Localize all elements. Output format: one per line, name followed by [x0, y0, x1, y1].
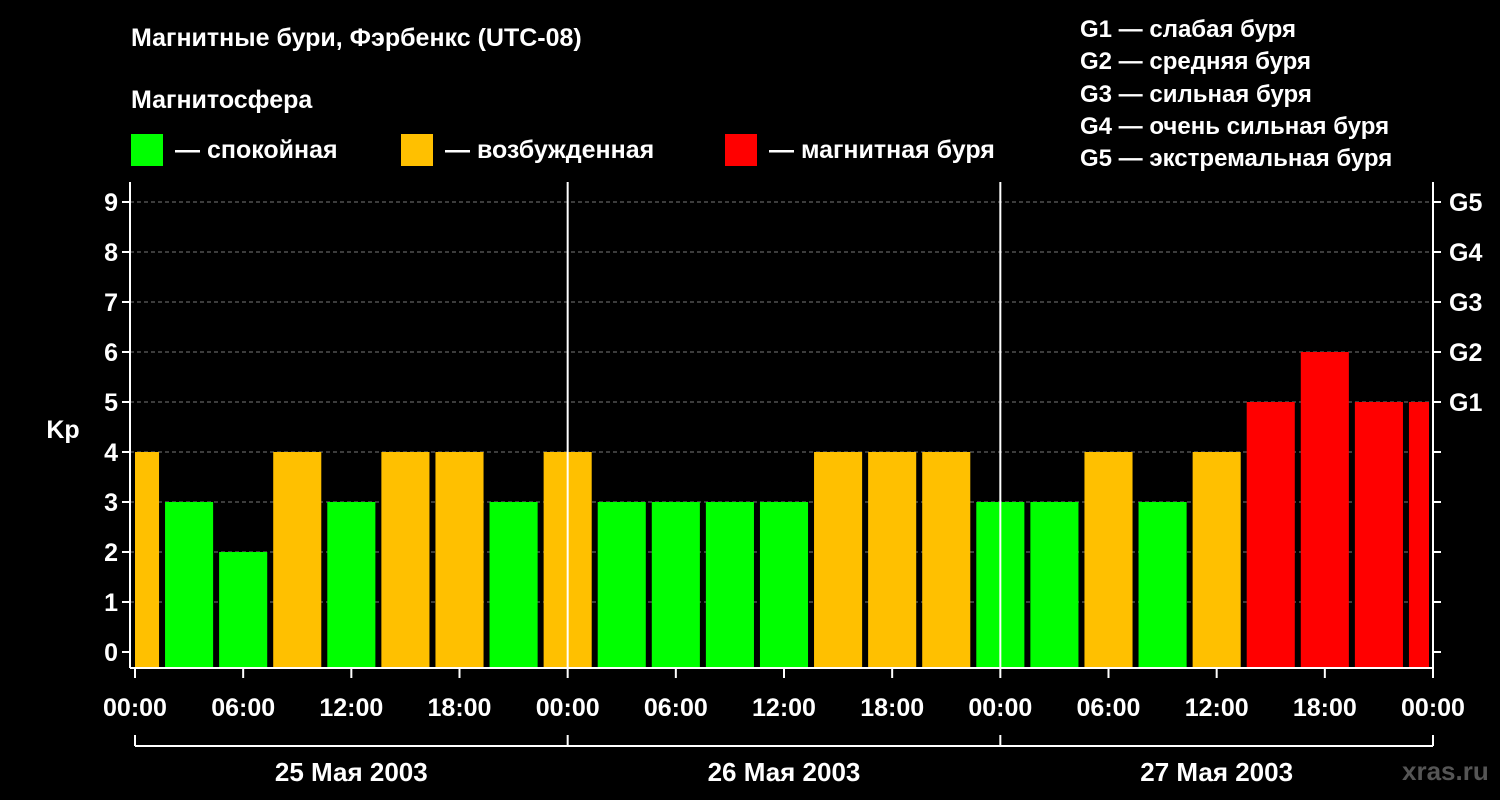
- y-tick-label: 5: [104, 389, 118, 417]
- day-label: 27 Мая 2003: [1140, 757, 1293, 787]
- y-tick-label: 9: [104, 189, 118, 217]
- day-label: 26 Мая 2003: [708, 757, 861, 787]
- y-tick-label: 3: [104, 489, 118, 517]
- day-label: 25 Мая 2003: [275, 757, 428, 787]
- kp-bar: [597, 502, 646, 668]
- kp-bar: [868, 452, 917, 668]
- kp-bar: [759, 502, 809, 668]
- kp-bar: [381, 452, 430, 668]
- x-tick-label: 06:00: [1077, 694, 1141, 722]
- kp-bar: [922, 452, 971, 668]
- y-axis-label: Kp: [46, 416, 79, 444]
- x-tick-label: 00:00: [536, 694, 600, 722]
- g-scale-label: G1: [1449, 389, 1482, 417]
- g-scale-label: G2: [1449, 339, 1482, 367]
- g-scale-label: G3: [1449, 289, 1482, 317]
- x-tick-label: 18:00: [428, 694, 492, 722]
- kp-bar: [1192, 452, 1241, 668]
- kp-chart: 0 1 2 3 4 5 6 7 8 9 G1 G2 G3 G4 G5 Kp 00:00 06:00 12:00 18:…: [46, 182, 1482, 787]
- y-tick-label: 0: [104, 639, 118, 667]
- kp-bar: [1300, 352, 1349, 668]
- kp-bar: [135, 452, 160, 668]
- x-tick-label: 00:00: [1401, 694, 1465, 722]
- kp-bar: [435, 452, 484, 668]
- kp-bar: [1084, 452, 1133, 668]
- x-tick-label: 00:00: [103, 694, 167, 722]
- kp-bar: [327, 502, 376, 668]
- x-tick-label: 12:00: [752, 694, 816, 722]
- kp-bar: [814, 452, 863, 668]
- kp-bar: [1408, 402, 1429, 668]
- y-tick-label: 6: [104, 339, 118, 367]
- kp-bar: [1138, 502, 1187, 668]
- x-tick-label: 18:00: [1293, 694, 1357, 722]
- kp-bar: [1354, 402, 1403, 668]
- x-tick-label: 00:00: [968, 694, 1032, 722]
- g-scale-label: G5: [1449, 189, 1482, 217]
- kp-bar: [1246, 402, 1295, 668]
- y-tick-label: 2: [104, 539, 118, 567]
- g-scale-label: G4: [1449, 239, 1482, 267]
- kp-bar: [219, 552, 268, 668]
- y-tick-label: 8: [104, 239, 118, 267]
- kp-bar: [705, 502, 754, 668]
- kp-bar: [651, 502, 700, 668]
- y-tick-label: 1: [104, 589, 118, 617]
- y-tick-label: 4: [104, 439, 118, 467]
- x-tick-label: 06:00: [211, 694, 275, 722]
- watermark: xras.ru: [1402, 756, 1489, 786]
- x-tick-label: 18:00: [860, 694, 924, 722]
- x-tick-label: 06:00: [644, 694, 708, 722]
- kp-bar: [1030, 502, 1079, 668]
- kp-bar: [489, 502, 538, 668]
- x-tick-label: 12:00: [1185, 694, 1249, 722]
- y-tick-label: 7: [104, 289, 118, 317]
- kp-bar: [165, 502, 214, 668]
- x-tick-label: 12:00: [319, 694, 383, 722]
- kp-bar: [273, 452, 322, 668]
